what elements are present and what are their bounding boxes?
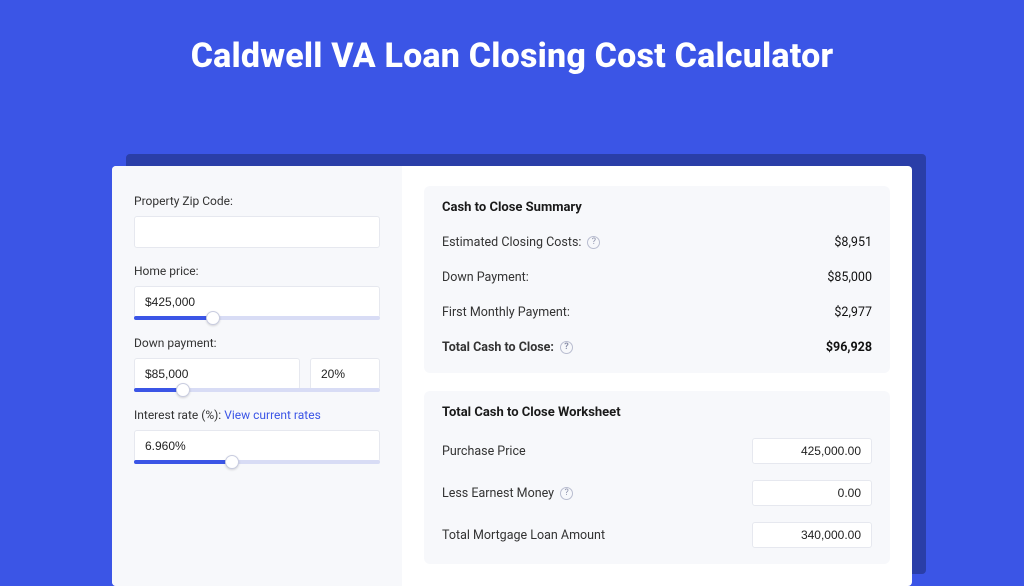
summary-total-row: Total Cash to Close: ? $96,928 xyxy=(442,330,872,365)
zip-label: Property Zip Code: xyxy=(134,194,380,208)
home-price-input[interactable] xyxy=(134,286,380,318)
help-icon[interactable]: ? xyxy=(587,236,600,249)
field-down-payment: Down payment: xyxy=(134,336,380,392)
slider-thumb[interactable] xyxy=(176,383,190,397)
summary-panel: Cash to Close Summary Estimated Closing … xyxy=(424,186,890,373)
help-icon[interactable]: ? xyxy=(560,487,573,500)
field-zip: Property Zip Code: xyxy=(134,194,380,248)
worksheet-row-label: Purchase Price xyxy=(442,444,526,459)
slider-thumb[interactable] xyxy=(206,311,220,325)
summary-row-label: Down Payment: xyxy=(442,270,529,285)
summary-total-label: Total Cash to Close: xyxy=(442,340,554,355)
calculator-card: Property Zip Code: Home price: Down paym… xyxy=(112,166,912,586)
down-payment-pct-input[interactable] xyxy=(310,358,380,390)
summary-row-value: $85,000 xyxy=(827,270,872,285)
worksheet-row: Purchase Price ? xyxy=(442,430,872,472)
summary-row: Estimated Closing Costs: ? $8,951 xyxy=(442,225,872,260)
interest-rate-slider[interactable] xyxy=(134,460,380,464)
interest-rate-label-text: Interest rate (%): xyxy=(134,408,221,422)
summary-total-value: $96,928 xyxy=(826,340,872,355)
page-title: Caldwell VA Loan Closing Cost Calculator xyxy=(0,36,1024,76)
summary-row: Down Payment: ? $85,000 xyxy=(442,260,872,295)
field-interest-rate: Interest rate (%): View current rates xyxy=(134,408,380,464)
zip-input[interactable] xyxy=(134,216,380,248)
worksheet-row-label: Total Mortgage Loan Amount xyxy=(442,528,605,543)
worksheet-row: Total Mortgage Loan Amount ? xyxy=(442,514,872,556)
interest-rate-input[interactable] xyxy=(134,430,380,462)
home-price-label: Home price: xyxy=(134,264,380,278)
worksheet-panel: Total Cash to Close Worksheet Purchase P… xyxy=(424,391,890,564)
home-price-slider[interactable] xyxy=(134,316,380,320)
down-payment-slider[interactable] xyxy=(134,388,380,392)
view-rates-link[interactable]: View current rates xyxy=(224,408,321,422)
slider-fill xyxy=(134,460,232,464)
slider-thumb[interactable] xyxy=(225,455,239,469)
interest-rate-label: Interest rate (%): View current rates xyxy=(134,408,380,422)
down-payment-input[interactable] xyxy=(134,358,300,390)
summary-row-label: Estimated Closing Costs: xyxy=(442,235,581,250)
worksheet-row-input[interactable] xyxy=(752,480,872,506)
worksheet-row-label: Less Earnest Money xyxy=(442,486,554,501)
summary-row-value: $2,977 xyxy=(834,305,872,320)
summary-row: First Monthly Payment: ? $2,977 xyxy=(442,295,872,330)
down-payment-label: Down payment: xyxy=(134,336,380,350)
results-content: Cash to Close Summary Estimated Closing … xyxy=(402,166,912,586)
worksheet-row: Less Earnest Money ? xyxy=(442,472,872,514)
inputs-sidebar: Property Zip Code: Home price: Down paym… xyxy=(112,166,402,586)
worksheet-title: Total Cash to Close Worksheet xyxy=(442,405,872,420)
summary-title: Cash to Close Summary xyxy=(442,200,872,215)
worksheet-row-input[interactable] xyxy=(752,522,872,548)
summary-row-value: $8,951 xyxy=(834,235,872,250)
worksheet-row-input[interactable] xyxy=(752,438,872,464)
summary-row-label: First Monthly Payment: xyxy=(442,305,570,320)
field-home-price: Home price: xyxy=(134,264,380,320)
help-icon[interactable]: ? xyxy=(560,341,573,354)
slider-fill xyxy=(134,316,213,320)
